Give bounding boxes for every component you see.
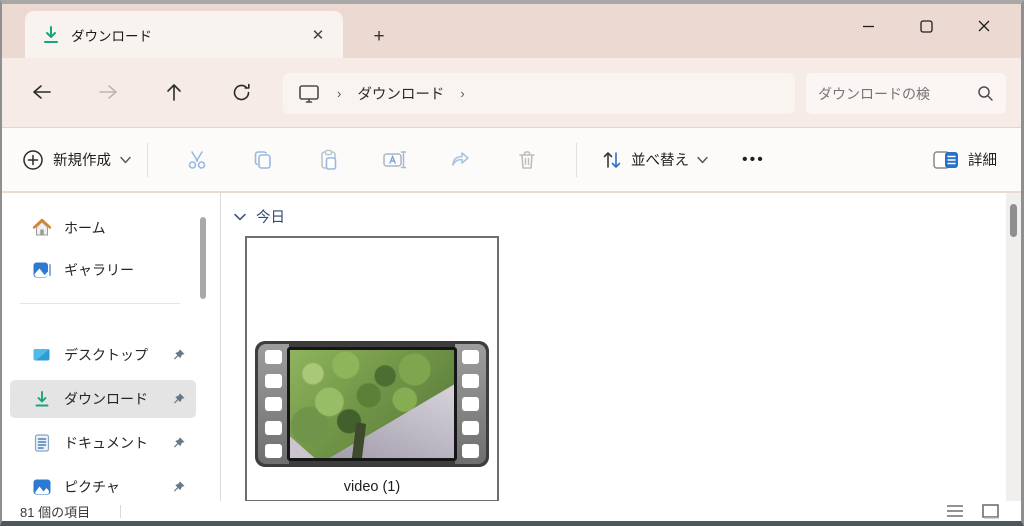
titlebar: ダウンロード ✕ + <box>2 4 1021 58</box>
sort-button[interactable]: 並べ替え <box>601 149 708 170</box>
sort-button-label: 並べ替え <box>631 153 689 169</box>
chevron-down-icon <box>234 213 246 220</box>
status-bar: 81 個の項目 <box>2 501 1021 521</box>
details-pane-label: 詳細 <box>968 153 997 169</box>
sidebar-divider <box>20 303 180 304</box>
sidebar-scrollbar-thumb[interactable] <box>200 217 206 299</box>
maximize-button[interactable] <box>897 4 955 48</box>
sidebar-item-desktop[interactable]: デスクトップ <box>10 336 196 374</box>
breadcrumb-chevron-icon: › <box>460 86 465 101</box>
sidebar-item-label: ピクチャ <box>64 479 120 495</box>
cut-button[interactable] <box>174 140 220 180</box>
close-button[interactable] <box>955 4 1013 48</box>
home-icon <box>32 218 52 236</box>
refresh-button[interactable] <box>221 72 261 112</box>
item-count-label: 81 個の項目 <box>20 504 91 520</box>
document-icon <box>34 434 50 452</box>
file-name-label: video (1) <box>343 479 401 495</box>
tab-title: ダウンロード <box>71 28 152 44</box>
minimize-button[interactable] <box>839 4 897 48</box>
new-button[interactable]: 新規作成 <box>22 149 131 171</box>
gallery-icon <box>33 262 51 278</box>
sidebar-item-downloads[interactable]: ダウンロード <box>10 380 196 418</box>
pin-icon <box>173 392 185 404</box>
explorer-body: ホーム ギャラリー デスクトップ ダウンロード ドキュメント ピクチャ 今日 v… <box>2 193 1021 502</box>
statusbar-divider <box>120 504 122 518</box>
vertical-scrollbar[interactable] <box>1006 193 1021 501</box>
vertical-scrollbar-thumb[interactable] <box>1010 204 1017 237</box>
sort-arrows-icon <box>603 151 621 168</box>
details-pane-button[interactable]: 詳細 <box>933 149 997 170</box>
sidebar-item-home[interactable]: ホーム <box>10 209 196 247</box>
search-box[interactable] <box>806 73 1006 114</box>
pin-icon <box>173 480 185 492</box>
sidebar-item-label: ギャラリー <box>64 262 134 278</box>
file-item-video[interactable]: video (1) <box>245 236 499 502</box>
more-options-button[interactable]: ••• <box>742 151 765 169</box>
chevron-down-icon <box>120 156 131 163</box>
file-list-area: 今日 video (1) <box>221 193 1006 502</box>
details-view-icon[interactable] <box>946 504 964 518</box>
copy-button[interactable] <box>240 140 286 180</box>
rename-button[interactable] <box>372 140 418 180</box>
window-controls <box>839 4 1013 54</box>
file-explorer-window: ダウンロード ✕ + › ダウンロード › ダウンロードの検 新規作成 並べ替え… <box>0 0 1024 526</box>
download-icon <box>35 391 49 407</box>
address-bar[interactable]: › ダウンロード › <box>283 73 795 114</box>
sidebar-item-documents[interactable]: ドキュメント <box>10 424 196 462</box>
video-thumbnail <box>255 341 489 467</box>
tab-close-icon[interactable]: ✕ <box>305 22 331 48</box>
film-strip-left <box>258 344 289 464</box>
delete-button[interactable] <box>504 140 550 180</box>
group-header-today[interactable]: 今日 <box>234 206 285 227</box>
toolbar-separator <box>576 142 577 177</box>
video-frame-image <box>287 347 457 461</box>
plus-circle-icon <box>23 149 43 170</box>
pin-icon <box>173 436 185 448</box>
pin-icon <box>173 348 185 360</box>
up-button[interactable] <box>154 72 194 112</box>
search-input[interactable] <box>818 85 977 102</box>
breadcrumb-downloads[interactable]: ダウンロード <box>357 83 444 104</box>
chevron-down-icon <box>697 156 708 163</box>
back-button[interactable] <box>22 72 62 112</box>
new-button-label: 新規作成 <box>53 153 111 169</box>
paste-button[interactable] <box>306 140 352 180</box>
large-icons-view-icon[interactable] <box>982 503 999 519</box>
share-button[interactable] <box>438 140 484 180</box>
breadcrumb-chevron-icon: › <box>337 86 342 101</box>
sidebar-item-label: ダウンロード <box>64 391 148 407</box>
toolbar-separator <box>147 142 148 177</box>
search-icon[interactable] <box>977 85 994 102</box>
forward-button[interactable] <box>88 72 128 112</box>
sidebar-item-label: デスクトップ <box>64 347 148 363</box>
group-header-label: 今日 <box>256 210 285 226</box>
film-strip-right <box>455 344 486 464</box>
tab-downloads[interactable]: ダウンロード ✕ <box>25 11 343 58</box>
sidebar-item-label: ドキュメント <box>64 435 148 451</box>
desktop-icon <box>33 349 50 361</box>
sidebar-nav-pane: ホーム ギャラリー デスクトップ ダウンロード ドキュメント ピクチャ <box>2 193 212 501</box>
details-pane-icon <box>933 150 958 169</box>
navigation-bar: › ダウンロード › <box>2 58 1021 127</box>
this-pc-monitor-icon[interactable] <box>297 83 321 105</box>
sidebar-item-label: ホーム <box>64 220 106 236</box>
command-toolbar: 新規作成 並べ替え ••• 詳細 <box>2 127 1021 192</box>
new-tab-button[interactable]: + <box>365 26 393 48</box>
download-icon <box>44 25 58 43</box>
pictures-icon <box>33 479 51 495</box>
sidebar-item-gallery[interactable]: ギャラリー <box>10 251 196 289</box>
